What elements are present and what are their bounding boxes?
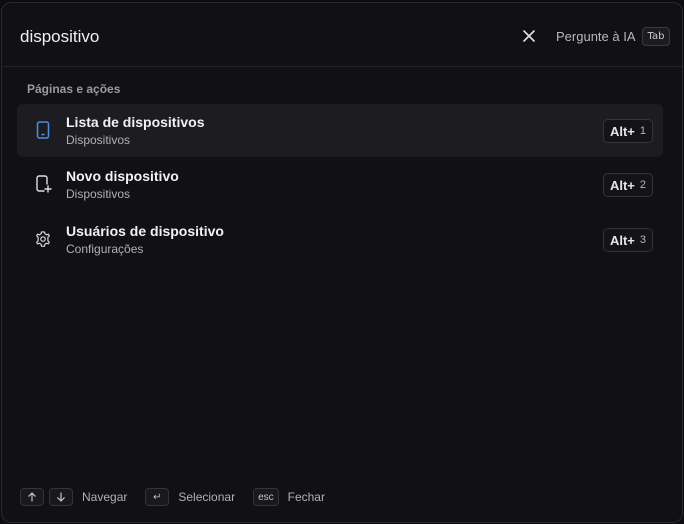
- select-label: Selecionar: [178, 490, 236, 504]
- navigate-label: Navegar: [82, 490, 128, 504]
- arrow-down-key: [49, 488, 73, 506]
- command-palette: Pergunte à IA Tab Páginas e ações Lista …: [1, 2, 683, 523]
- result-subtitle: Dispositivos: [66, 187, 131, 201]
- select-hint: ↵ Selecionar: [145, 488, 235, 506]
- arrow-down-icon: [57, 492, 65, 502]
- esc-key: esc: [253, 488, 279, 506]
- result-title: Usuários de dispositivo: [66, 223, 224, 239]
- shortcut-modifier: Alt+: [609, 177, 635, 193]
- ask-ai-label: Pergunte à IA: [556, 28, 636, 44]
- result-title: Lista de dispositivos: [66, 114, 205, 130]
- smartphone-icon: [33, 120, 53, 140]
- result-shortcut: Alt+ 1: [602, 119, 653, 143]
- navigate-hint: Navegar: [20, 488, 127, 506]
- result-item-new-device[interactable]: Novo dispositivo Dispositivos Alt+ 2: [17, 158, 663, 211]
- enter-key: ↵: [145, 488, 170, 506]
- close-icon: [523, 30, 535, 42]
- section-label: Páginas e ações: [27, 82, 121, 96]
- add-device-icon: [33, 174, 53, 194]
- result-title: Novo dispositivo: [66, 168, 179, 184]
- shortcut-number: 1: [639, 125, 646, 137]
- shortcut-modifier: Alt+: [609, 232, 635, 248]
- close-label: Fechar: [287, 490, 325, 504]
- result-item-device-list[interactable]: Lista de dispositivos Dispositivos Alt+ …: [17, 104, 663, 157]
- arrow-up-key: [20, 488, 44, 506]
- result-shortcut: Alt+ 2: [602, 173, 653, 197]
- close-hint: esc Fechar: [253, 488, 325, 506]
- result-item-device-users[interactable]: Usuários de dispositivo Configurações Al…: [17, 213, 663, 266]
- result-subtitle: Configurações: [66, 242, 144, 256]
- shortcut-number: 3: [639, 234, 646, 246]
- shortcut-modifier: Alt+: [609, 123, 635, 139]
- clear-search-button[interactable]: [518, 25, 540, 47]
- search-input[interactable]: [20, 23, 500, 51]
- gear-icon: [33, 229, 53, 249]
- result-subtitle: Dispositivos: [66, 133, 131, 147]
- arrow-up-icon: [28, 492, 36, 502]
- ask-ai-shortcut-key: Tab: [641, 26, 671, 46]
- search-row: Pergunte à IA Tab: [2, 3, 682, 67]
- result-shortcut: Alt+ 3: [602, 228, 653, 252]
- shortcut-number: 2: [639, 179, 646, 191]
- footer-hints: Navegar ↵ Selecionar esc Fechar: [20, 487, 343, 507]
- ask-ai-button[interactable]: Pergunte à IA Tab: [556, 25, 671, 47]
